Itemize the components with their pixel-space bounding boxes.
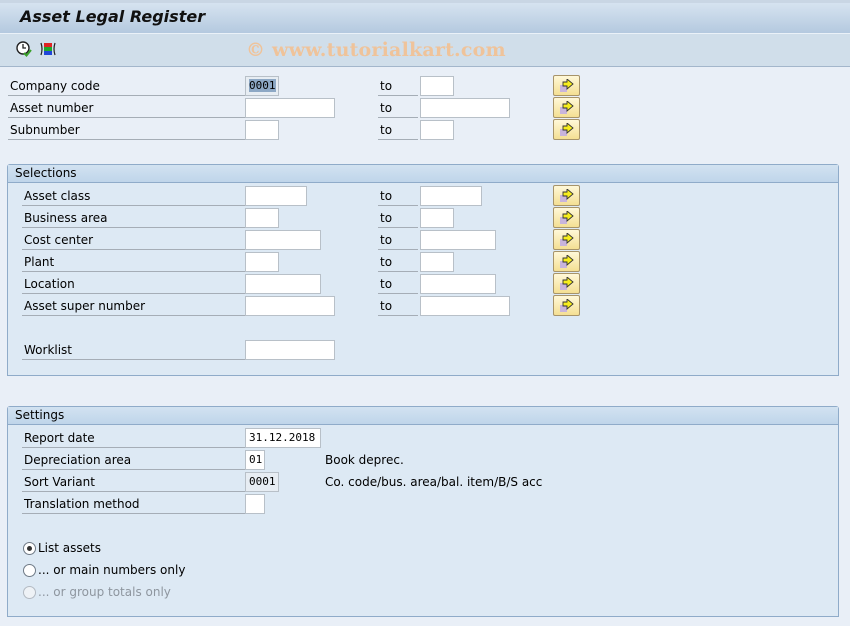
label-subnumber: Subnumber xyxy=(8,120,245,140)
asset-super-number-to-input[interactable] xyxy=(420,296,510,316)
multiple-selection-arrow-icon xyxy=(560,211,574,224)
business-area-multiple-selection-button[interactable] xyxy=(553,207,580,228)
label-location: Location xyxy=(22,274,245,294)
label-worklist: Worklist xyxy=(22,340,245,360)
label-business-area: Business area xyxy=(22,208,245,228)
plant-multiple-selection-button[interactable] xyxy=(553,251,580,272)
label-report-date: Report date xyxy=(22,428,245,448)
asset-class-to-input[interactable] xyxy=(420,186,482,206)
label-translation-method: Translation method xyxy=(22,494,245,514)
to-label: to xyxy=(378,252,418,272)
subnumber-from-input[interactable] xyxy=(245,120,279,140)
sort-variant-description: Co. code/bus. area/bal. item/B/S acc xyxy=(325,475,543,489)
radio-label: ... or main numbers only xyxy=(38,563,186,577)
settings-group-title: Settings xyxy=(8,407,838,425)
label-depreciation-area: Depreciation area xyxy=(22,450,245,470)
to-label: to xyxy=(378,274,418,294)
radio-label: ... or group totals only xyxy=(38,585,171,599)
label-sort-variant: Sort Variant xyxy=(22,472,245,492)
selection-options-icon[interactable] xyxy=(39,40,57,58)
multiple-selection-arrow-icon xyxy=(560,255,574,268)
business-area-from-input[interactable] xyxy=(245,208,279,228)
radio-label: List assets xyxy=(38,541,101,555)
asset-number-to-input[interactable] xyxy=(420,98,510,118)
asset-class-from-input[interactable] xyxy=(245,186,307,206)
company-code-from-input[interactable]: 0001 xyxy=(245,76,279,96)
page-title: Asset Legal Register xyxy=(20,7,206,26)
radio-button-disabled xyxy=(23,586,36,599)
plant-from-input[interactable] xyxy=(245,252,279,272)
application-toolbar: © www.tutorialkart.com xyxy=(0,34,850,67)
location-from-input[interactable] xyxy=(245,274,321,294)
label-cost-center: Cost center xyxy=(22,230,245,250)
worklist-input[interactable] xyxy=(245,340,335,360)
title-bar: Asset Legal Register xyxy=(0,0,850,34)
multiple-selection-arrow-icon xyxy=(560,189,574,202)
asset-number-multiple-selection-button[interactable] xyxy=(553,97,580,118)
multiple-selection-arrow-icon xyxy=(560,277,574,290)
subnumber-multiple-selection-button[interactable] xyxy=(553,119,580,140)
sort-variant-input[interactable]: 0001 xyxy=(245,472,279,492)
to-label: to xyxy=(378,296,418,316)
to-label: to xyxy=(378,230,418,250)
asset-super-number-from-input[interactable] xyxy=(245,296,335,316)
to-label: to xyxy=(378,208,418,228)
watermark: © www.tutorialkart.com xyxy=(246,39,506,61)
asset-class-multiple-selection-button[interactable] xyxy=(553,185,580,206)
label-company-code: Company code xyxy=(8,76,245,96)
multiple-selection-arrow-icon xyxy=(560,101,574,114)
to-label: to xyxy=(378,120,418,140)
company-code-to-input[interactable] xyxy=(420,76,454,96)
execute-clock-icon[interactable] xyxy=(15,40,33,58)
multiple-selection-arrow-icon xyxy=(560,233,574,246)
to-label: to xyxy=(378,98,418,118)
location-to-input[interactable] xyxy=(420,274,496,294)
cost-center-to-input[interactable] xyxy=(420,230,496,250)
plant-to-input[interactable] xyxy=(420,252,454,272)
radio-button-checked[interactable] xyxy=(23,542,36,555)
label-asset-super-number: Asset super number xyxy=(22,296,245,316)
company-code-value: 0001 xyxy=(249,79,276,92)
selections-group-title: Selections xyxy=(8,165,838,183)
location-multiple-selection-button[interactable] xyxy=(553,273,580,294)
depreciation-area-description: Book deprec. xyxy=(325,453,404,467)
depreciation-area-input[interactable]: 01 xyxy=(245,450,265,470)
subnumber-to-input[interactable] xyxy=(420,120,454,140)
translation-method-input[interactable] xyxy=(245,494,265,514)
to-label: to xyxy=(378,76,418,96)
multiple-selection-arrow-icon xyxy=(560,299,574,312)
radio-button[interactable] xyxy=(23,564,36,577)
cost-center-from-input[interactable] xyxy=(245,230,321,250)
to-label: to xyxy=(378,186,418,206)
asset-super-number-multiple-selection-button[interactable] xyxy=(553,295,580,316)
company-code-multiple-selection-button[interactable] xyxy=(553,75,580,96)
asset-number-from-input[interactable] xyxy=(245,98,335,118)
report-date-input[interactable]: 31.12.2018 xyxy=(245,428,321,448)
multiple-selection-arrow-icon xyxy=(560,79,574,92)
business-area-to-input[interactable] xyxy=(420,208,454,228)
label-asset-number: Asset number xyxy=(8,98,245,118)
label-asset-class: Asset class xyxy=(22,186,245,206)
label-plant: Plant xyxy=(22,252,245,272)
cost-center-multiple-selection-button[interactable] xyxy=(553,229,580,250)
multiple-selection-arrow-icon xyxy=(560,123,574,136)
